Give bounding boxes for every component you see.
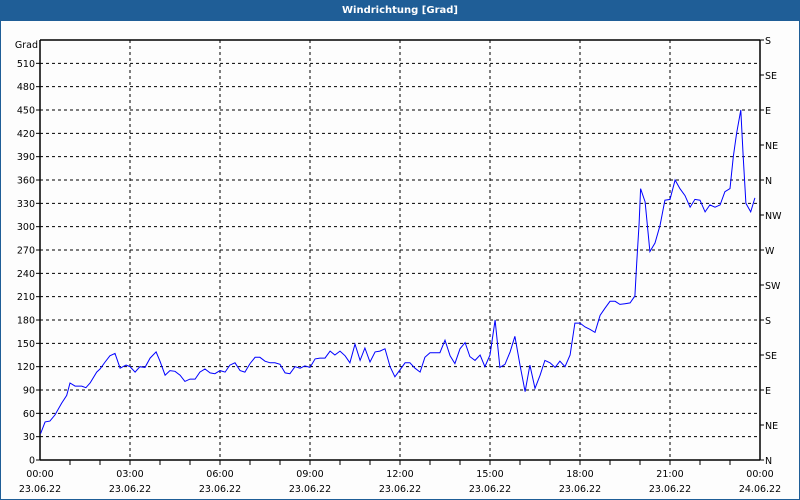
y-tick-label: 390: [17, 152, 35, 163]
y-tick-label: 330: [17, 199, 35, 210]
x-tick-date: 23.06.22: [379, 484, 421, 495]
x-tick-time: 00:00: [746, 469, 773, 480]
compass-tick-label: SW: [765, 281, 781, 292]
compass-tick-label: N: [765, 176, 772, 187]
x-tick-time: 03:00: [116, 469, 143, 480]
ticks: 0 30 60 90 120 150 180 210 240 270 300 330 360 390 420…: [17, 36, 782, 495]
x-tick-date: 24.06.22: [739, 484, 781, 495]
compass-tick-label: SE: [765, 71, 777, 82]
x-tick-time: 21:00: [656, 469, 683, 480]
compass-tick-label: S: [765, 316, 771, 327]
compass-tick-label: SE: [765, 351, 777, 362]
compass-tick-label: N: [765, 456, 772, 467]
x-tick-time: 09:00: [296, 469, 323, 480]
compass-tick-label: E: [765, 386, 771, 397]
wind-direction-chart: Grad 0 30 60 90 120 150 180 210 240 270 300 330 360 3…: [15, 36, 782, 495]
grid: [40, 40, 760, 460]
y-tick-label: 30: [23, 432, 35, 443]
y-tick-label: 300: [17, 222, 35, 233]
x-tick-time: 00:00: [26, 469, 53, 480]
x-tick-date: 23.06.22: [469, 484, 511, 495]
compass-tick-label: NE: [765, 421, 778, 432]
x-tick-date: 23.06.22: [559, 484, 601, 495]
y-tick-label: 120: [17, 362, 35, 373]
x-tick-time: 18:00: [566, 469, 593, 480]
y-tick-label: 450: [17, 106, 35, 117]
y-tick-label: 480: [17, 82, 35, 93]
y-tick-label: 0: [29, 456, 35, 467]
compass-tick-label: S: [765, 36, 771, 47]
y-tick-label: 420: [17, 129, 35, 140]
y-tick-label: 180: [17, 316, 35, 327]
x-tick-time: 12:00: [386, 469, 413, 480]
y-tick-label: 360: [17, 176, 35, 187]
x-tick-date: 23.06.22: [289, 484, 331, 495]
x-tick-time: 06:00: [206, 469, 233, 480]
x-tick-date: 23.06.22: [109, 484, 151, 495]
y-tick-label: 210: [17, 292, 35, 303]
y-tick-label: 90: [23, 386, 35, 397]
x-tick-date: 23.06.22: [19, 484, 61, 495]
x-tick-date: 23.06.22: [199, 484, 241, 495]
y-axis-label: Grad: [15, 40, 38, 51]
compass-tick-label: E: [765, 106, 771, 117]
y-tick-label: 510: [17, 59, 35, 70]
compass-tick-label: NW: [765, 211, 782, 222]
x-tick-time: 15:00: [476, 469, 503, 480]
y-tick-label: 60: [23, 409, 35, 420]
y-tick-label: 150: [17, 339, 35, 350]
compass-tick-label: W: [765, 246, 775, 257]
wind-direction-line: [40, 109, 756, 434]
x-tick-date: 23.06.22: [649, 484, 691, 495]
y-tick-label: 270: [17, 246, 35, 257]
y-tick-label: 240: [17, 269, 35, 280]
compass-tick-label: NE: [765, 141, 778, 152]
